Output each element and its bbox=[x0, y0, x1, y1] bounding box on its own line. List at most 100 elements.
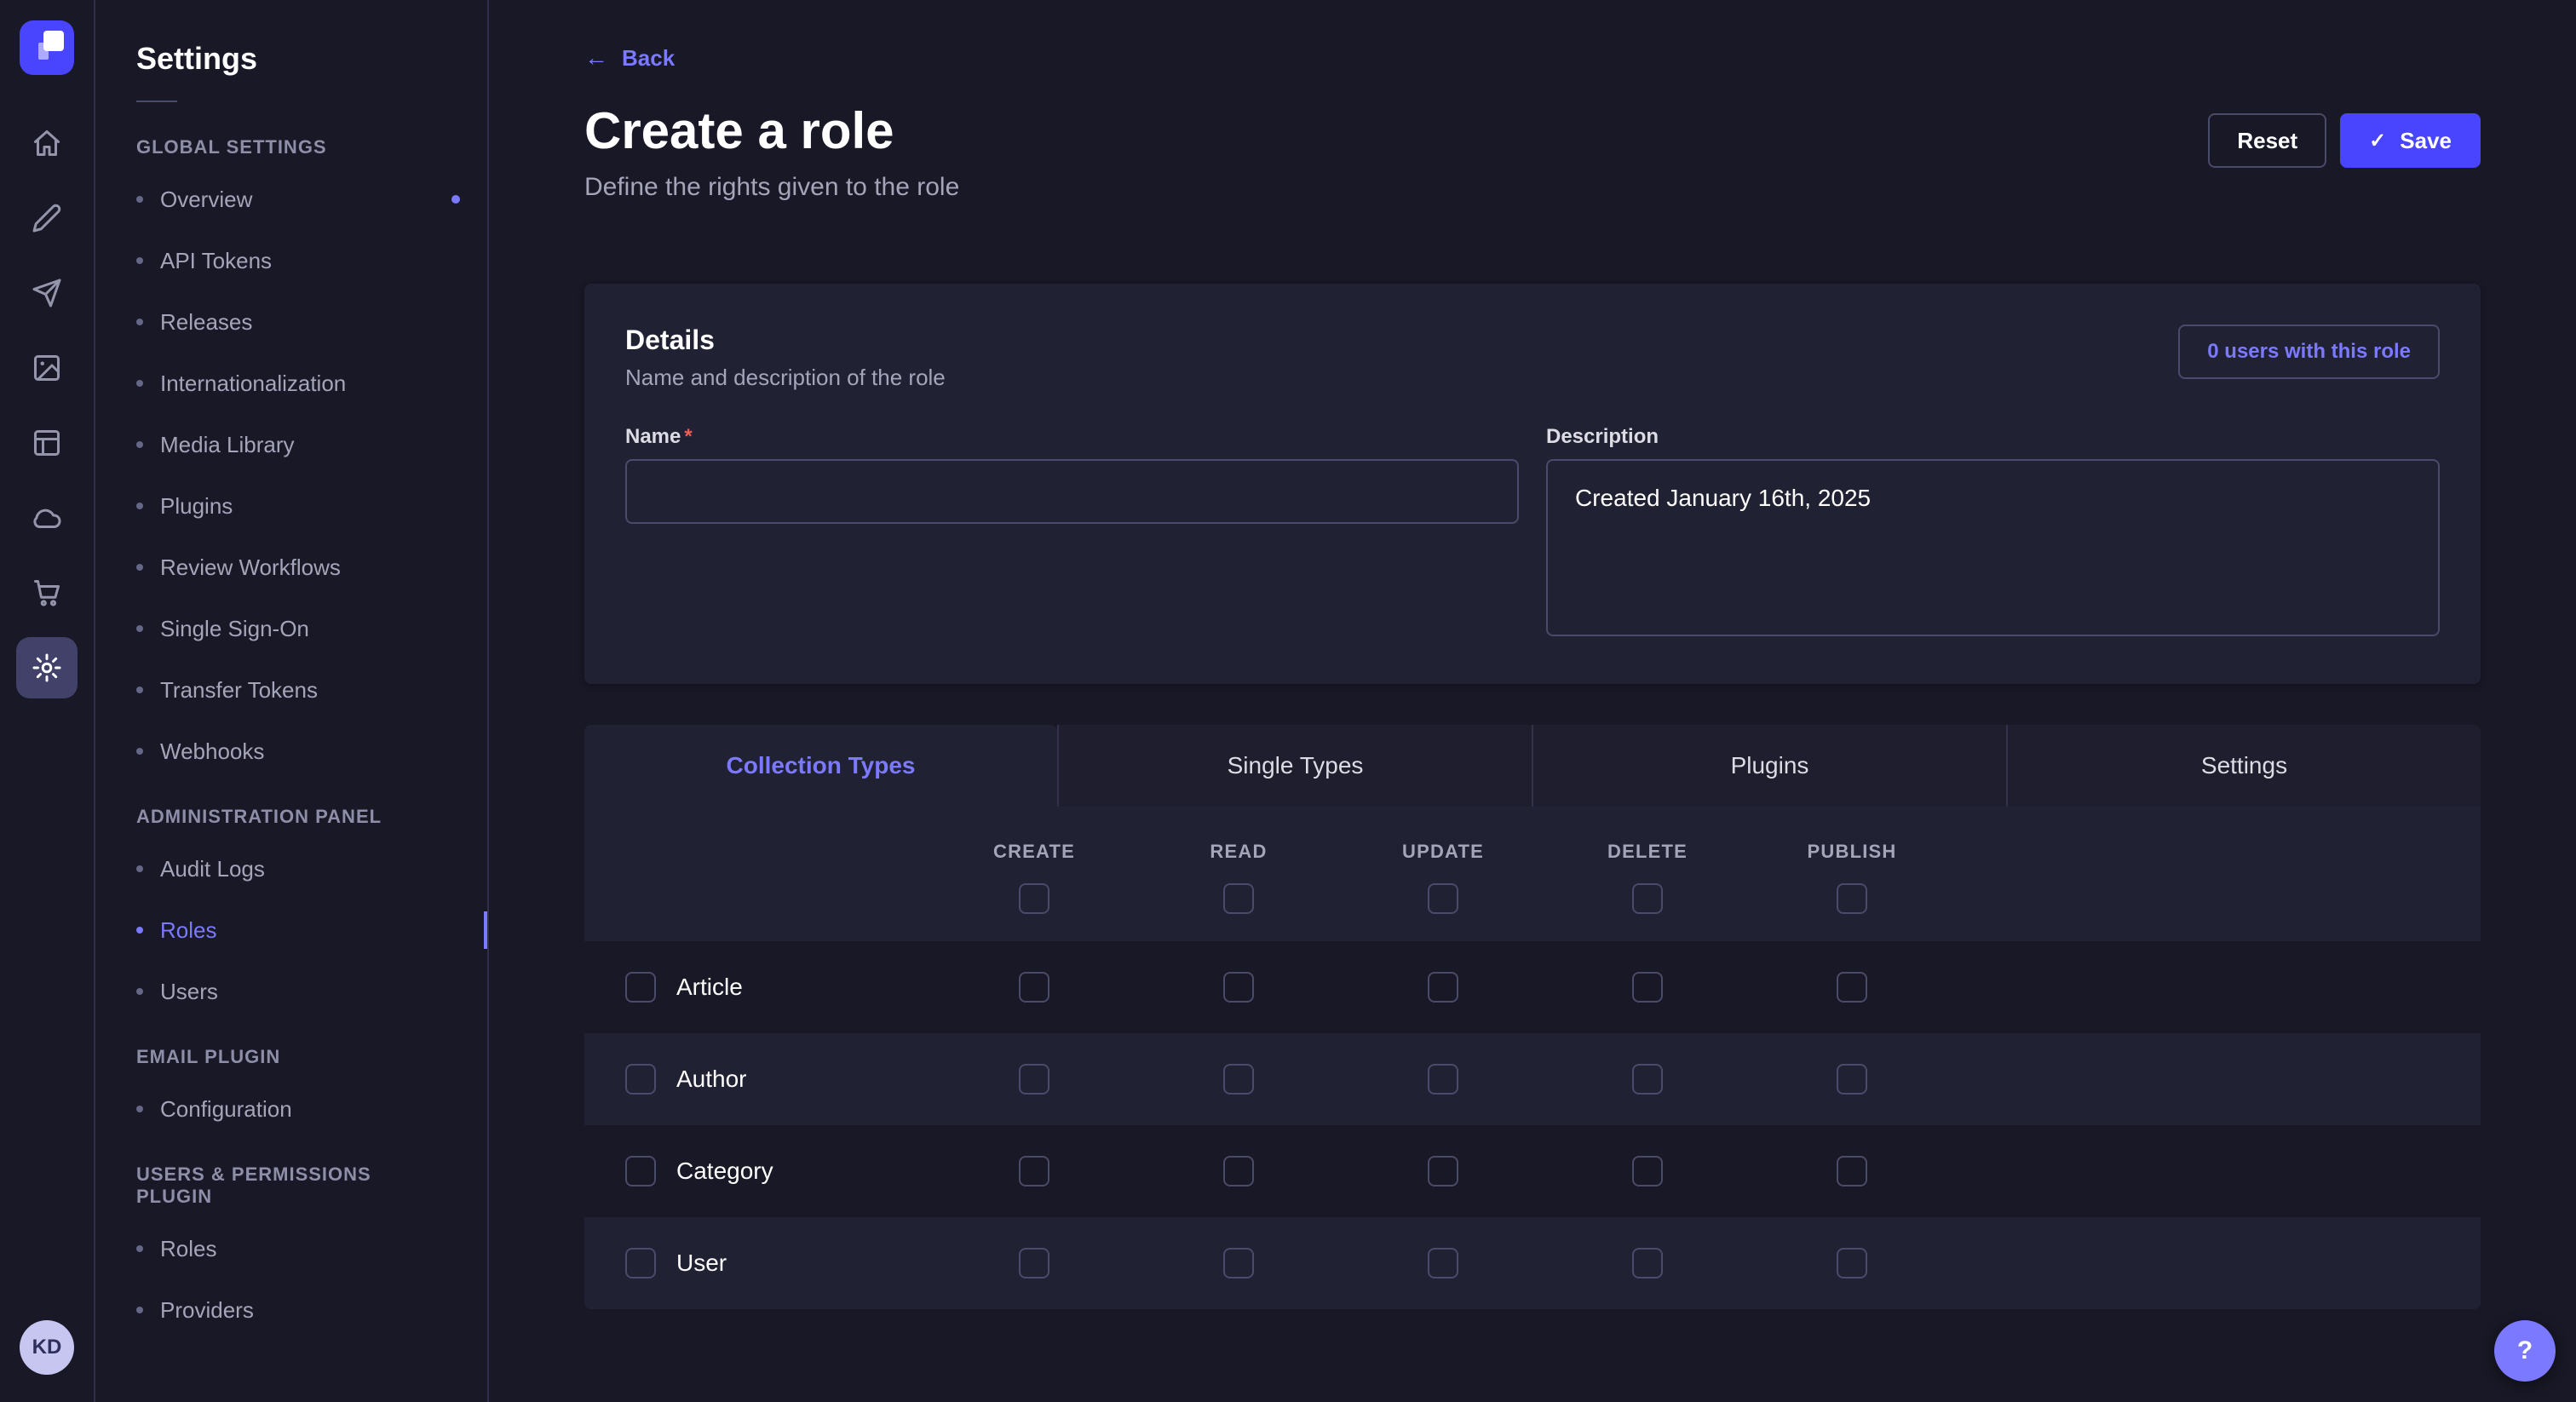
sidebar-item-configuration[interactable]: Configuration bbox=[95, 1078, 487, 1140]
author-update-checkbox[interactable] bbox=[1428, 1064, 1458, 1095]
row-select-checkbox[interactable] bbox=[625, 1064, 656, 1095]
media-library-icon[interactable] bbox=[16, 337, 78, 399]
article-create-checkbox[interactable] bbox=[1019, 972, 1049, 1003]
sidebar-item-label: Internationalization bbox=[160, 371, 346, 397]
name-field-group: Name* bbox=[625, 425, 1519, 524]
category-delete-checkbox[interactable] bbox=[1632, 1156, 1663, 1187]
row-select-checkbox[interactable] bbox=[625, 1248, 656, 1278]
sidebar-item-api-tokens[interactable]: API Tokens bbox=[95, 230, 487, 291]
details-card: Details Name and description of the role… bbox=[584, 284, 2481, 684]
sidebar-item-single-sign-on[interactable]: Single Sign-On bbox=[95, 598, 487, 659]
permissions-tabs: Collection Types Single Types Plugins Se… bbox=[584, 725, 2481, 807]
select-all-delete-checkbox[interactable] bbox=[1632, 883, 1663, 914]
row-select-checkbox[interactable] bbox=[625, 972, 656, 1003]
bullet-icon bbox=[136, 1307, 143, 1313]
user-delete-checkbox[interactable] bbox=[1632, 1248, 1663, 1278]
bullet-icon bbox=[136, 927, 143, 934]
details-form: Name* Description Created January 16th, … bbox=[625, 425, 2440, 643]
sidebar-item-internationalization[interactable]: Internationalization bbox=[95, 353, 487, 414]
article-publish-checkbox[interactable] bbox=[1837, 972, 1867, 1003]
article-delete-checkbox[interactable] bbox=[1632, 972, 1663, 1003]
header-actions: Reset ✓ Save bbox=[2208, 103, 2481, 168]
home-icon[interactable] bbox=[16, 112, 78, 174]
users-with-role-button[interactable]: 0 users with this role bbox=[2178, 325, 2440, 379]
sidebar-item-label: Providers bbox=[160, 1297, 254, 1324]
description-textarea[interactable]: Created January 16th, 2025 bbox=[1546, 459, 2440, 636]
sidebar-item-review-workflows[interactable]: Review Workflows bbox=[95, 537, 487, 598]
author-create-checkbox[interactable] bbox=[1019, 1064, 1049, 1095]
category-create-checkbox[interactable] bbox=[1019, 1156, 1049, 1187]
category-publish-checkbox[interactable] bbox=[1837, 1156, 1867, 1187]
bullet-icon bbox=[136, 441, 143, 448]
tab-plugins[interactable]: Plugins bbox=[1532, 725, 2006, 807]
row-select-checkbox[interactable] bbox=[625, 1156, 656, 1187]
back-label: Back bbox=[622, 45, 675, 72]
bullet-icon bbox=[136, 988, 143, 995]
bullet-icon bbox=[136, 380, 143, 387]
table-row-article: Article bbox=[584, 941, 2481, 1033]
tab-settings[interactable]: Settings bbox=[2006, 725, 2481, 807]
cloud-icon[interactable] bbox=[16, 487, 78, 549]
save-button[interactable]: ✓ Save bbox=[2340, 113, 2481, 168]
deploy-icon[interactable] bbox=[16, 262, 78, 324]
reset-button[interactable]: Reset bbox=[2208, 113, 2326, 168]
user-update-checkbox[interactable] bbox=[1428, 1248, 1458, 1278]
content-manager-icon[interactable] bbox=[16, 412, 78, 474]
author-read-checkbox[interactable] bbox=[1223, 1064, 1254, 1095]
article-update-checkbox[interactable] bbox=[1428, 972, 1458, 1003]
select-all-publish-checkbox[interactable] bbox=[1837, 883, 1867, 914]
select-all-update-checkbox[interactable] bbox=[1428, 883, 1458, 914]
help-button[interactable]: ? bbox=[2494, 1320, 2556, 1382]
sidebar-item-releases[interactable]: Releases bbox=[95, 291, 487, 353]
tab-single-types[interactable]: Single Types bbox=[1057, 725, 1532, 807]
sidebar-item-media-library[interactable]: Media Library bbox=[95, 414, 487, 475]
back-link[interactable]: ← Back bbox=[584, 45, 675, 72]
user-create-checkbox[interactable] bbox=[1019, 1248, 1049, 1278]
bullet-icon bbox=[136, 196, 143, 203]
bullet-icon bbox=[136, 319, 143, 325]
bullet-icon bbox=[136, 748, 143, 755]
sidebar-item-transfer-tokens[interactable]: Transfer Tokens bbox=[95, 659, 487, 721]
description-label-text: Description bbox=[1546, 425, 1659, 449]
table-row-category: Category bbox=[584, 1125, 2481, 1217]
user-avatar[interactable]: KD bbox=[20, 1320, 74, 1375]
user-read-checkbox[interactable] bbox=[1223, 1248, 1254, 1278]
details-header: Details Name and description of the role… bbox=[625, 325, 2440, 391]
details-title: Details bbox=[625, 325, 946, 356]
sidebar-item-roles[interactable]: Roles bbox=[95, 899, 487, 961]
sidebar-item-overview[interactable]: Overview bbox=[95, 169, 487, 230]
name-label: Name* bbox=[625, 425, 1519, 449]
author-delete-checkbox[interactable] bbox=[1632, 1064, 1663, 1095]
nav-rail: KD bbox=[0, 0, 95, 1402]
select-all-read-checkbox[interactable] bbox=[1223, 883, 1254, 914]
user-publish-checkbox[interactable] bbox=[1837, 1248, 1867, 1278]
sidebar-item-up-roles[interactable]: Roles bbox=[95, 1218, 487, 1279]
sidebar-item-label: Releases bbox=[160, 309, 252, 336]
author-publish-checkbox[interactable] bbox=[1837, 1064, 1867, 1095]
bullet-icon bbox=[136, 1106, 143, 1112]
permissions-rows: Article Author bbox=[584, 941, 2481, 1309]
bullet-icon bbox=[136, 564, 143, 571]
sidebar-item-label: Roles bbox=[160, 1236, 216, 1262]
marketplace-icon[interactable] bbox=[16, 562, 78, 623]
sidebar-item-label: Configuration bbox=[160, 1096, 292, 1123]
sidebar-item-audit-logs[interactable]: Audit Logs bbox=[95, 838, 487, 899]
sidebar-item-label: Media Library bbox=[160, 432, 295, 458]
sidebar-item-providers[interactable]: Providers bbox=[95, 1279, 487, 1341]
content-type-builder-icon[interactable] bbox=[16, 187, 78, 249]
description-field-group: Description Created January 16th, 2025 bbox=[1546, 425, 2440, 643]
settings-icon[interactable] bbox=[16, 637, 78, 698]
sidebar-item-users[interactable]: Users bbox=[95, 961, 487, 1022]
name-input[interactable] bbox=[625, 459, 1519, 524]
table-row-author: Author bbox=[584, 1033, 2481, 1125]
select-all-create-checkbox[interactable] bbox=[1019, 883, 1049, 914]
tab-collection-types[interactable]: Collection Types bbox=[584, 725, 1057, 807]
strapi-logo[interactable] bbox=[20, 20, 74, 75]
table-row-user: User bbox=[584, 1217, 2481, 1309]
sidebar-item-plugins[interactable]: Plugins bbox=[95, 475, 487, 537]
category-read-checkbox[interactable] bbox=[1223, 1156, 1254, 1187]
article-read-checkbox[interactable] bbox=[1223, 972, 1254, 1003]
sidebar-item-webhooks[interactable]: Webhooks bbox=[95, 721, 487, 782]
description-label: Description bbox=[1546, 425, 2440, 449]
category-update-checkbox[interactable] bbox=[1428, 1156, 1458, 1187]
